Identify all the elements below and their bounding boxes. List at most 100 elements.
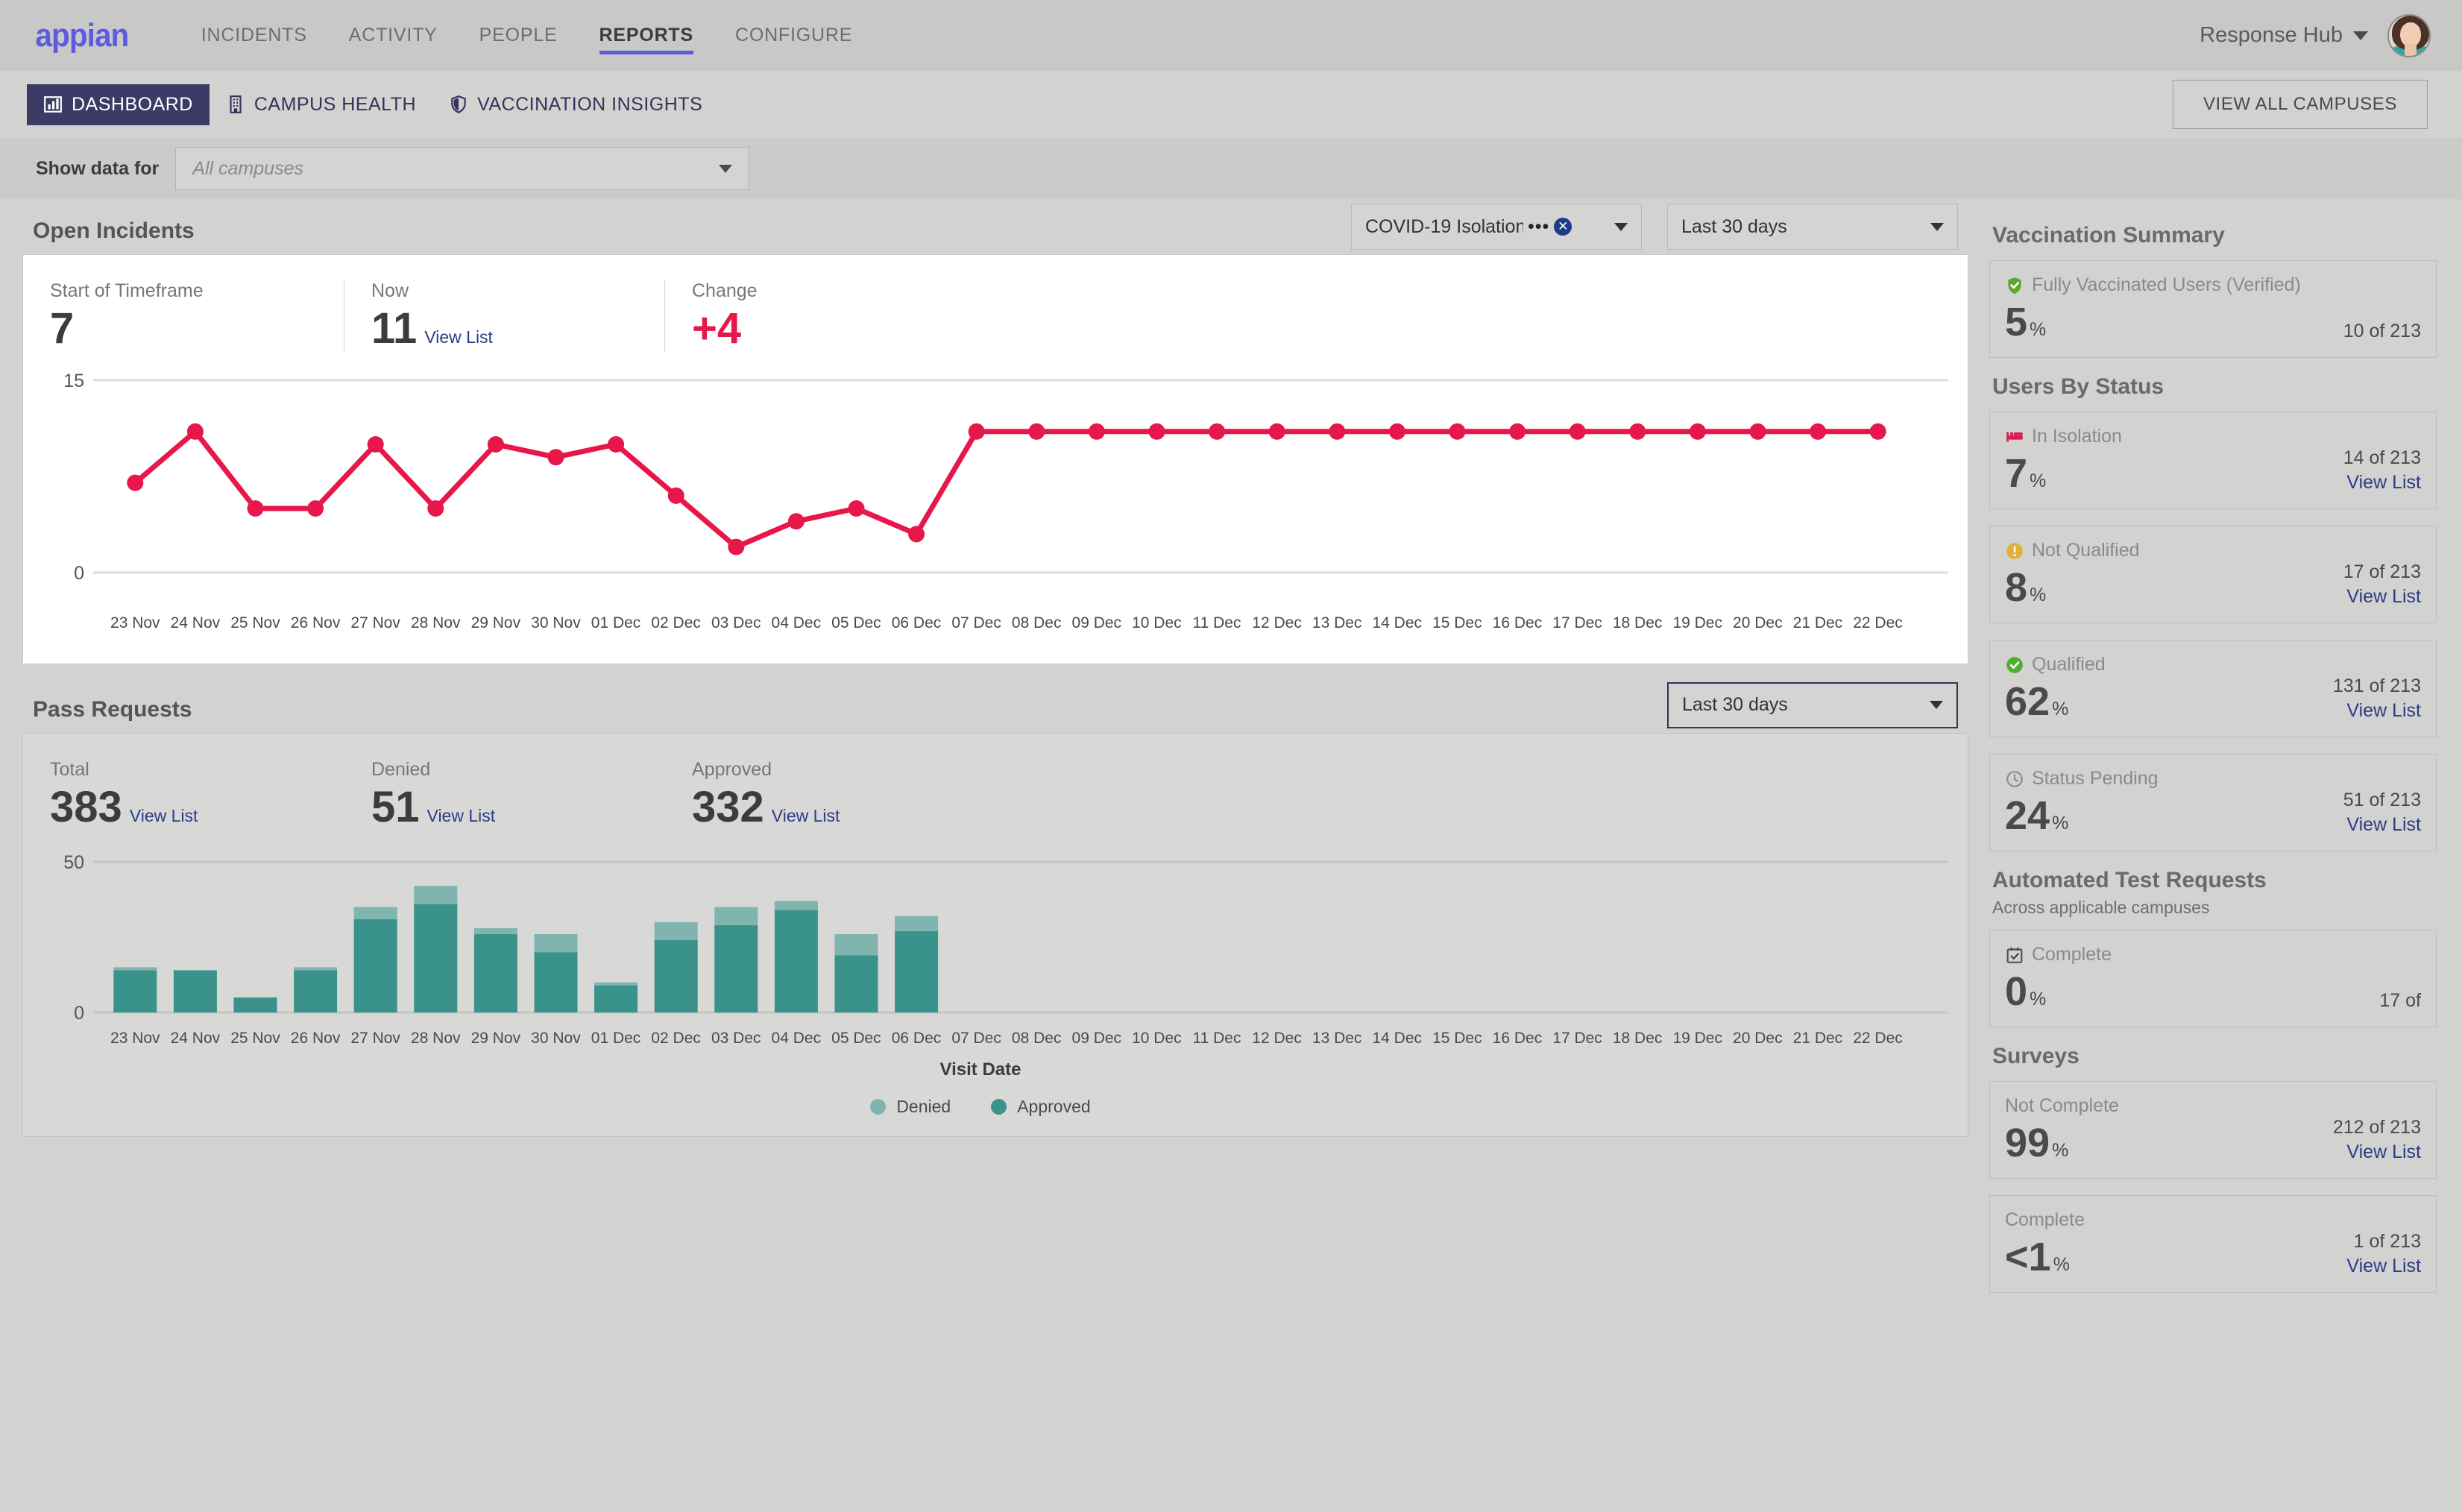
pass-requests-title: Pass Requests <box>33 696 192 722</box>
stat-card-label: Not Complete <box>2005 1095 2119 1116</box>
kpi-value: 11 <box>371 304 418 353</box>
stat-card-label: Complete <box>2032 944 2112 965</box>
view-list-link[interactable]: View List <box>2343 586 2421 608</box>
stat-card-ratio: 17 of 213 <box>2343 561 2421 582</box>
stat-card-value: <1 <box>2005 1235 2051 1279</box>
incident-type-filter[interactable]: COVID-19 Isolation Incid ••• ✕ <box>1351 204 1642 250</box>
tab-vaccination-insights[interactable]: VACCINATION INSIGHTS <box>432 84 719 125</box>
clock-icon <box>2005 769 2024 789</box>
x-tick-label: 06 Dec <box>891 1029 942 1047</box>
kpi-value-row: 7 <box>50 306 317 352</box>
kpi-approved: Approved 332 View List <box>664 758 985 831</box>
close-icon[interactable]: ✕ <box>1554 218 1572 236</box>
tab-vaccination-insights-label: VACCINATION INSIGHTS <box>477 93 703 115</box>
stat-card-value: 7 <box>2005 451 2028 496</box>
x-tick-label: 29 Nov <box>470 1029 521 1047</box>
legend-label: Approved <box>1017 1096 1091 1116</box>
open-incidents-header: Open Incidents COVID-19 Isolation Incid … <box>22 199 1968 254</box>
x-tick-label: 23 Nov <box>110 1029 160 1047</box>
x-tick-label: 16 Dec <box>1492 1029 1543 1047</box>
stat-card-value: 99 <box>2005 1121 2050 1165</box>
x-tick-label: 06 Dec <box>891 614 942 631</box>
view-list-link[interactable]: View List <box>130 806 198 826</box>
pass-range-filter[interactable]: Last 30 days <box>1667 681 1958 728</box>
stat-card-header: Status Pending <box>2005 768 2421 790</box>
stat-card-not-qualified: Not Qualified 8% 17 of 213 View List <box>1989 526 2437 623</box>
stat-card-label: Not Qualified <box>2032 540 2140 561</box>
legend-item-denied[interactable]: Denied <box>870 1097 951 1117</box>
stat-card-header: Not Qualified <box>2005 540 2421 561</box>
view-list-link[interactable]: View List <box>2333 1141 2421 1163</box>
view-all-campuses-button[interactable]: VIEW ALL CAMPUSES <box>2172 80 2428 129</box>
open-incidents-title: Open Incidents <box>33 218 195 243</box>
view-list-link[interactable]: View List <box>772 806 840 826</box>
x-tick-label: 22 Dec <box>1853 1029 1903 1047</box>
sidebar-section-heading: Vaccination Summary <box>1992 223 2225 248</box>
campus-select-value: All campuses <box>192 157 303 179</box>
open-incidents-kpis: Start of Timeframe 7 Now 11 View List Change +… <box>23 255 1968 359</box>
user-menu-label[interactable]: Response Hub <box>2200 23 2343 48</box>
x-tick-label: 26 Nov <box>290 1029 341 1047</box>
stat-card-complete: Complete <1% 1 of 213 View List <box>1989 1195 2437 1293</box>
bar-chart-x-labels: 23 Nov 24 Nov 25 Nov 26 Nov 27 Nov 28 Nov 29 N… <box>23 1030 1968 1048</box>
kpi-change: Change +4 <box>664 280 985 352</box>
kpi-label: Start of Timeframe <box>50 280 204 301</box>
pass-requests-panel: Total 383 View List Denied 51 View List Approv… <box>22 732 1968 1137</box>
x-tick-label: 18 Dec <box>1612 614 1663 631</box>
view-list-link[interactable]: View List <box>427 806 496 826</box>
x-tick-label: 24 Nov <box>170 614 221 631</box>
x-tick-label: 30 Nov <box>531 614 581 631</box>
x-tick-label: 21 Dec <box>1792 614 1843 631</box>
view-list-link[interactable]: View List <box>2343 472 2421 494</box>
avatar[interactable] <box>2387 13 2431 57</box>
bar-chart-axis-title: Visit Date <box>939 1059 1021 1080</box>
main-column: Open Incidents COVID-19 Isolation Incid … <box>22 199 1968 1309</box>
x-tick-label: 08 Dec <box>1011 614 1062 631</box>
stat-card-header: Not Complete <box>2005 1095 2421 1117</box>
view-list-link[interactable]: View List <box>2333 700 2421 722</box>
view-list-link[interactable]: View List <box>2346 1256 2421 1277</box>
x-tick-label: 01 Dec <box>591 1029 641 1047</box>
stat-card-ratio: 10 of 213 <box>2343 321 2421 341</box>
tab-dashboard-label: DASHBOARD <box>72 93 193 115</box>
nav-item-activity[interactable]: ACTIVITY <box>328 0 459 71</box>
tab-dashboard[interactable]: DASHBOARD <box>27 84 210 125</box>
stat-card-label: Complete <box>2005 1209 2085 1230</box>
bar-chart-svg: 0 50 <box>63 852 1948 1024</box>
legend-item-approved[interactable]: Approved <box>991 1096 1091 1117</box>
view-list-link[interactable]: View List <box>424 327 493 347</box>
legend-swatch <box>991 1098 1007 1115</box>
x-tick-label: 13 Dec <box>1312 1029 1362 1047</box>
stat-card-label: Status Pending <box>2032 768 2159 789</box>
nav-item-incidents[interactable]: INCIDENTS <box>180 0 328 71</box>
legend-swatch <box>870 1098 887 1115</box>
ellipsis-icon: ••• <box>1528 215 1550 237</box>
campus-select[interactable]: All campuses <box>175 147 750 190</box>
chevron-down-icon <box>1930 701 1943 710</box>
x-tick-label: 17 Dec <box>1552 1029 1602 1047</box>
nav-item-reports[interactable]: REPORTS <box>579 0 714 71</box>
stat-card-right: 212 of 213 View List <box>2333 1117 2421 1163</box>
tab-campus-health[interactable]: CAMPUS HEALTH <box>210 84 432 125</box>
stat-card-value: 24 <box>2005 793 2050 838</box>
bed-icon <box>2005 427 2024 447</box>
appian-logo[interactable]: appian <box>35 17 129 54</box>
kpi-value: 7 <box>50 304 75 353</box>
sidebar-section-subheading: Across applicable campuses <box>1992 898 2210 917</box>
stat-card-value: 0 <box>2005 969 2028 1014</box>
kpi-label: Total <box>50 758 89 780</box>
stat-card-status-pending: Status Pending 24% 51 of 213 View List <box>1989 754 2437 851</box>
x-tick-label: 03 Dec <box>711 614 761 631</box>
kpi-value-row: 51 View List <box>371 784 637 831</box>
x-tick-label: 04 Dec <box>771 614 822 631</box>
x-tick-label: 27 Nov <box>350 614 400 631</box>
nav-item-configure[interactable]: CONFIGURE <box>714 0 873 71</box>
chevron-down-icon[interactable] <box>2353 31 2368 40</box>
x-tick-label: 11 Dec <box>1192 614 1241 631</box>
nav-item-people[interactable]: PEOPLE <box>459 0 579 71</box>
incident-range-filter[interactable]: Last 30 days <box>1667 204 1958 250</box>
sidebar: Vaccination Summary Fully Vaccinated User… <box>1989 199 2437 1309</box>
view-list-link[interactable]: View List <box>2343 814 2421 836</box>
incident-type-filter-value: COVID-19 Isolation Incid <box>1365 215 1523 237</box>
warning-circle-icon <box>2005 541 2024 561</box>
